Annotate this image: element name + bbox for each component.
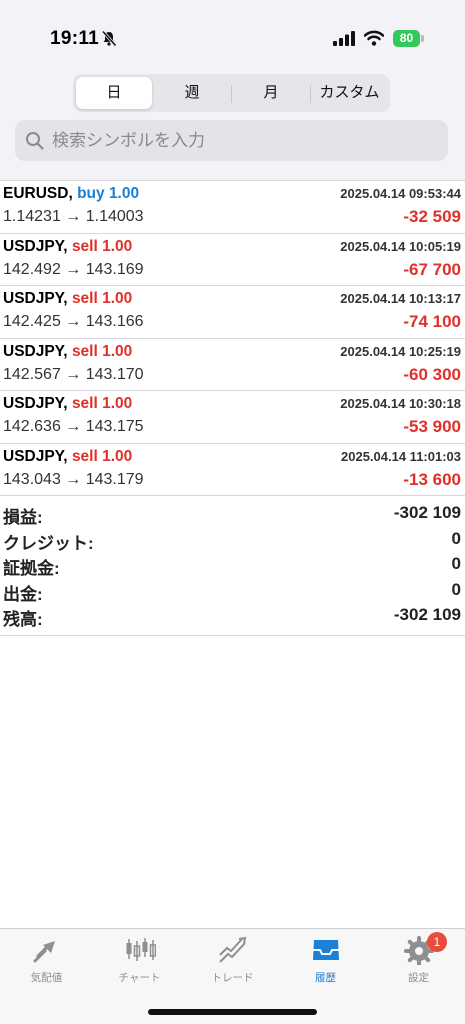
search-input[interactable]: 検索シンボルを入力	[15, 120, 448, 161]
deal-row[interactable]: EURUSD, buy 1.00 2025.04.14 09:53:44 1.1…	[0, 181, 465, 234]
trade-icon	[219, 936, 247, 963]
deals-list: EURUSD, buy 1.00 2025.04.14 09:53:44 1.1…	[0, 180, 465, 496]
deal-datetime: 2025.04.14 11:01:03	[341, 448, 461, 464]
summary-row-profit: 損益: -302 109	[0, 503, 465, 529]
tab-label: チャート	[118, 972, 161, 984]
deal-profit: -60 300	[403, 364, 461, 384]
deal-row[interactable]: USDJPY, sell 1.00 2025.04.14 10:30:18 14…	[0, 391, 465, 444]
deal-profit: -74 100	[403, 312, 461, 331]
deal-symbol-line: USDJPY, sell 1.00	[3, 343, 132, 361]
deal-symbol: USDJPY,	[3, 395, 68, 412]
deal-row[interactable]: USDJPY, sell 1.00 2025.04.14 10:13:17 14…	[0, 286, 465, 339]
period-tab-custom[interactable]: カスタム	[311, 77, 388, 109]
deal-prices: 1.14231 → 1.14003	[3, 208, 144, 225]
status-time: 19:11	[50, 28, 100, 49]
chart-icon	[126, 938, 156, 961]
tab-history[interactable]: 履歴	[279, 929, 372, 989]
deal-datetime: 2025.04.14 10:30:18	[340, 396, 461, 411]
deal-prices: 142.425 → 143.166	[3, 313, 144, 330]
deal-symbol-line: USDJPY, sell 1.00	[3, 290, 132, 308]
battery-tip	[421, 35, 424, 42]
period-segmented-control: 日 週 月 カスタム	[73, 74, 390, 112]
summary-row-credit: クレジット: 0	[0, 529, 465, 555]
tab-quotes[interactable]: 気配値	[0, 929, 93, 989]
tab-label: 気配値	[30, 972, 63, 984]
deal-symbol-line: USDJPY, sell 1.00	[3, 448, 132, 466]
quotes-icon	[33, 941, 55, 963]
home-indicator	[148, 1009, 317, 1015]
deal-side: sell 1.00	[71, 342, 133, 360]
summary-label: 証拠金:	[3, 559, 60, 578]
deal-side: sell 1.00	[71, 447, 133, 465]
deal-datetime: 2025.04.14 10:25:19	[340, 343, 461, 359]
deal-prices: 142.567 → 143.170	[3, 365, 144, 383]
deal-side: sell 1.00	[71, 237, 133, 255]
summary-label: 残高:	[3, 610, 43, 629]
deal-row[interactable]: USDJPY, sell 1.00 2025.04.14 11:01:03 14…	[0, 444, 465, 496]
tab-chart[interactable]: チャート	[93, 929, 186, 989]
period-tab-day[interactable]: 日	[76, 77, 152, 109]
battery-indicator: 80	[393, 30, 420, 47]
summary-value: -302 109	[393, 605, 461, 624]
tab-label: トレード	[211, 972, 254, 984]
deal-symbol: USDJPY,	[3, 290, 68, 307]
tab-trade[interactable]: トレード	[186, 929, 279, 989]
summary-label: クレジット:	[3, 533, 94, 553]
deal-datetime: 2025.04.14 10:05:19	[340, 238, 461, 254]
summary-label: 出金:	[3, 584, 43, 604]
deal-side: sell 1.00	[71, 290, 133, 307]
deal-symbol: USDJPY,	[3, 237, 68, 255]
history-header: 日 週 月 カスタム 検索シンボルを入力	[0, 72, 465, 180]
tab-label: 履歴	[315, 972, 336, 984]
summary-value: 0	[451, 579, 461, 599]
period-tab-month[interactable]: 月	[232, 77, 310, 109]
search-icon	[26, 132, 44, 150]
deal-symbol-line: USDJPY, sell 1.00	[3, 238, 132, 256]
deal-side: sell 1.00	[71, 395, 133, 412]
status-bar: 19:11 80	[0, 0, 465, 72]
signal-icon	[333, 31, 355, 46]
summary-row-withdrawal: 出金: 0	[0, 580, 465, 606]
account-summary: 損益: -302 109 クレジット: 0 証拠金: 0 出金: 0 残高: -…	[0, 503, 465, 636]
deal-profit: -13 600	[403, 469, 461, 489]
search-placeholder: 検索シンボルを入力	[52, 131, 205, 150]
deal-datetime: 2025.04.14 10:13:17	[340, 291, 461, 306]
deal-datetime: 2025.04.14 09:53:44	[340, 186, 461, 201]
summary-row-balance: 残高: -302 109	[0, 605, 465, 631]
deal-prices: 142.492 → 143.169	[3, 260, 144, 278]
deal-profit: -53 900	[403, 417, 461, 436]
deal-prices: 142.636 → 143.175	[3, 418, 144, 435]
history-icon	[313, 940, 339, 960]
deal-row[interactable]: USDJPY, sell 1.00 2025.04.14 10:25:19 14…	[0, 339, 465, 391]
summary-label: 損益:	[3, 508, 43, 527]
period-tab-week[interactable]: 週	[153, 77, 231, 109]
summary-value: 0	[451, 554, 461, 573]
tab-settings[interactable]: 1 設定	[372, 929, 465, 989]
summary-value: -302 109	[393, 503, 461, 522]
deal-symbol-line: USDJPY, sell 1.00	[3, 395, 132, 413]
summary-value: 0	[451, 528, 461, 548]
deal-side: buy 1.00	[77, 185, 140, 202]
tab-label: 設定	[408, 972, 429, 984]
bell-off-icon	[101, 30, 117, 47]
deal-symbol: USDJPY,	[3, 447, 68, 465]
deal-symbol: USDJPY,	[3, 342, 68, 360]
wifi-icon	[364, 30, 384, 46]
deal-profit: -67 700	[403, 259, 461, 279]
deal-symbol-line: EURUSD, buy 1.00	[3, 185, 139, 203]
deal-row[interactable]: USDJPY, sell 1.00 2025.04.14 10:05:19 14…	[0, 234, 465, 286]
deal-profit: -32 509	[403, 207, 461, 226]
deal-prices: 143.043 → 143.179	[3, 470, 144, 488]
notification-badge: 1	[427, 932, 447, 952]
summary-row-deposit: 証拠金: 0	[0, 554, 465, 580]
deal-symbol: EURUSD,	[3, 185, 73, 202]
